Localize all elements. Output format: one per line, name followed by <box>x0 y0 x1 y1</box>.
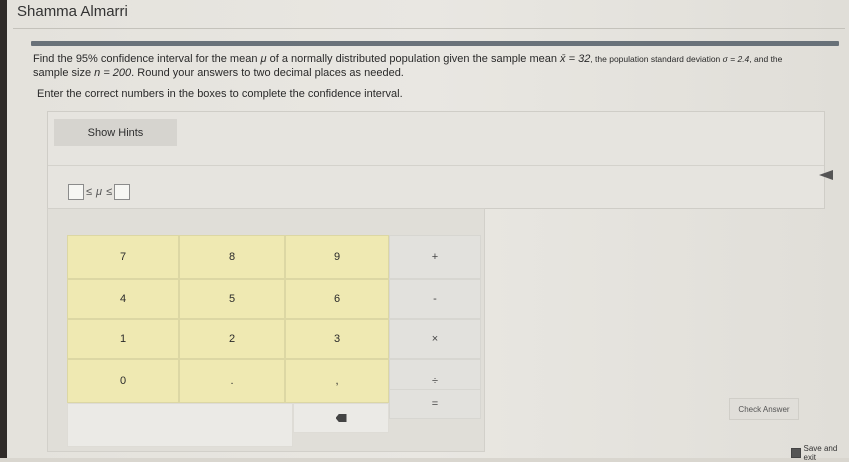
key-3[interactable]: 3 <box>285 319 389 359</box>
key-decimal[interactable]: . <box>179 359 285 403</box>
key-6[interactable]: 6 <box>285 279 389 319</box>
keypad-empty-cell <box>67 403 293 447</box>
instruction-text: Enter the correct numbers in the boxes t… <box>37 88 403 100</box>
student-name: Shamma Almarri <box>17 3 128 20</box>
confidence-interval: ≤ μ ≤ <box>68 184 131 200</box>
upper-bound-input[interactable] <box>114 184 131 200</box>
key-minus[interactable]: - <box>389 279 481 319</box>
population-sd: σ = 2.4 <box>722 54 750 64</box>
question-text: Find the 95% confidence interval for the… <box>33 53 783 79</box>
key-backspace[interactable] <box>293 403 389 433</box>
key-4[interactable]: 4 <box>67 279 179 319</box>
lower-bound-input[interactable] <box>68 184 84 200</box>
panel-divider <box>48 165 824 166</box>
less-equal-symbol: ≤ <box>106 186 113 198</box>
sample-mean: x̄ = 32 <box>560 53 591 65</box>
backspace-icon <box>335 414 347 422</box>
check-answer-button[interactable]: Check Answer <box>729 398 799 420</box>
key-7[interactable]: 7 <box>67 235 179 279</box>
key-plus[interactable]: + <box>389 235 481 279</box>
key-2[interactable]: 2 <box>179 319 285 359</box>
key-equals[interactable]: = <box>389 389 481 419</box>
key-5[interactable]: 5 <box>179 279 285 319</box>
less-equal-symbol: ≤ <box>86 186 93 198</box>
mu-symbol: μ <box>96 186 103 198</box>
key-0[interactable]: 0 <box>67 359 179 403</box>
key-multiply[interactable]: × <box>389 319 481 359</box>
left-edge <box>0 0 7 458</box>
key-comma[interactable]: , <box>285 359 389 403</box>
sample-size: n = 200 <box>94 67 132 79</box>
key-9[interactable]: 9 <box>285 235 389 279</box>
hint-panel: Show Hints ≤ μ ≤ <box>47 111 825 209</box>
save-and-exit-link[interactable]: Save and exit <box>791 444 849 462</box>
key-1[interactable]: 1 <box>67 319 179 359</box>
assignment-page: Shamma Almarri Find the 95% confidence i… <box>7 0 849 462</box>
save-icon <box>791 448 801 458</box>
header-divider <box>13 28 845 29</box>
show-hints-button[interactable]: Show Hints <box>54 119 177 146</box>
header-bar <box>31 41 839 46</box>
key-8[interactable]: 8 <box>179 235 285 279</box>
